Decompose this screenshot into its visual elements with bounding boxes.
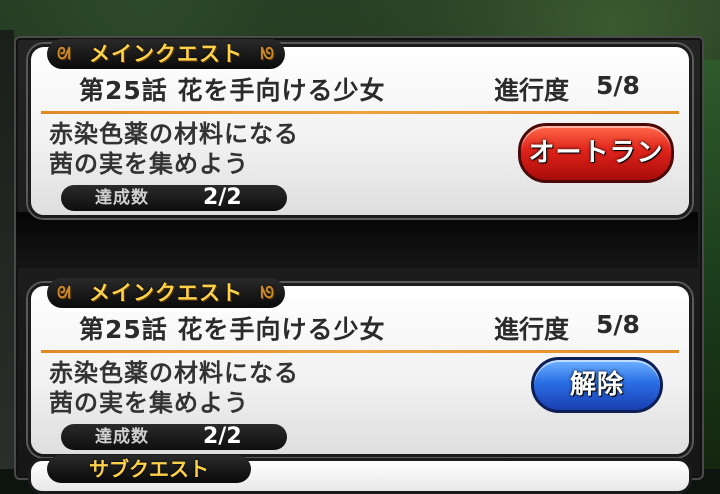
quest-description-line1: 赤染色薬の材料になる bbox=[49, 359, 299, 387]
quest-chapter-title: 第25話 花を手向ける少女 bbox=[79, 76, 386, 105]
quest-description-line2: 茜の実を集めよう bbox=[49, 150, 249, 178]
ornament-right-icon: ᘚ bbox=[260, 44, 275, 63]
quest-card-main-1[interactable]: ᘛ メインクエスト ᘚ 第25話 花を手向ける少女 進行度 5/8 赤染色薬の材… bbox=[28, 39, 692, 218]
quest-type-tag: ᘛ メインクエスト ᘚ bbox=[47, 278, 285, 308]
quest-description: 赤染色薬の材料になる 茜の実を集めよう bbox=[49, 119, 299, 179]
achievement-count-bar: 達成数 2/2 bbox=[61, 424, 287, 450]
quest-list-gap bbox=[16, 212, 698, 268]
achievement-count-bar: 達成数 2/2 bbox=[61, 185, 287, 211]
quest-card-main-2[interactable]: ᘛ メインクエスト ᘚ 第25話 花を手向ける少女 進行度 5/8 赤染色薬の材… bbox=[28, 278, 692, 457]
quest-chapter-title: 第25話 花を手向ける少女 bbox=[79, 315, 386, 344]
card-divider bbox=[41, 111, 679, 114]
ornament-left-icon: ᘛ bbox=[57, 283, 72, 302]
progress-value: 5/8 bbox=[596, 71, 640, 100]
ornament-right-icon: ᘚ bbox=[260, 283, 275, 302]
achievement-count-value: 2/2 bbox=[203, 424, 242, 449]
release-button[interactable]: 解除 bbox=[531, 357, 663, 413]
achievement-count-label: 達成数 bbox=[95, 427, 149, 447]
background-edge bbox=[0, 30, 14, 469]
quest-type-tag: サブクエスト bbox=[47, 455, 251, 483]
quest-description-line1: 赤染色薬の材料になる bbox=[49, 120, 299, 148]
quest-type-label: メインクエスト bbox=[89, 42, 243, 66]
progress-label: 進行度 bbox=[494, 315, 570, 344]
quest-type-label: メインクエスト bbox=[89, 281, 243, 305]
progress-label: 進行度 bbox=[494, 76, 570, 105]
auto-run-button[interactable]: オートラン bbox=[518, 123, 674, 183]
progress-value: 5/8 bbox=[596, 310, 640, 339]
achievement-count-value: 2/2 bbox=[203, 185, 242, 210]
card-divider bbox=[41, 350, 679, 353]
achievement-count-label: 達成数 bbox=[95, 188, 149, 208]
ornament-left-icon: ᘛ bbox=[57, 44, 72, 63]
quest-description-line2: 茜の実を集めよう bbox=[49, 389, 249, 417]
quest-type-tag: ᘛ メインクエスト ᘚ bbox=[47, 39, 285, 69]
quest-type-label: サブクエスト bbox=[89, 457, 209, 481]
quest-description: 赤染色薬の材料になる 茜の実を集めよう bbox=[49, 358, 299, 418]
quest-card-sub-peek[interactable]: サブクエスト bbox=[28, 455, 692, 494]
